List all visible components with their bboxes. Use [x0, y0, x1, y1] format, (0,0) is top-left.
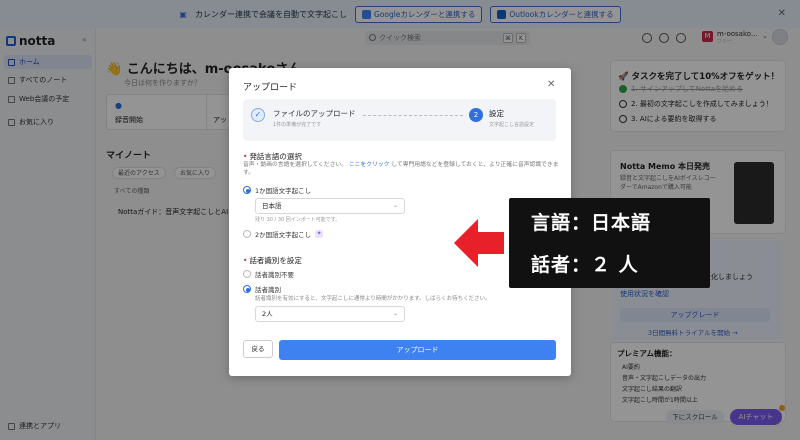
arrow-shape [454, 219, 504, 267]
radio-dual-language[interactable]: 2か国語文字起こし ✦ [243, 229, 324, 239]
radio-no-speaker[interactable]: 話者識別不要 [243, 269, 294, 279]
radio-selected[interactable] [243, 285, 251, 293]
chevron-down-icon: ⌄ [392, 310, 398, 317]
annotation-speakers: 話者：２ 人 [531, 254, 639, 276]
upload-button[interactable]: アップロード [279, 340, 556, 360]
step1-label: ファイルのアップロード [273, 109, 356, 118]
step1-sub: 1件の準備が完了です [273, 122, 322, 128]
check-icon: ✓ [251, 108, 265, 122]
upload-steps: ✓ ファイルのアップロード 1件の準備が完了です 2 設定 文字起こし言語設定 [243, 99, 556, 141]
step-divider [363, 115, 463, 116]
section-language-desc: 音声・動画の言語を選択してください。 ここをクリック して専門用語などを登録して… [243, 162, 559, 176]
premium-sparkle-icon: ✦ [315, 230, 324, 238]
close-icon[interactable]: ✕ [547, 79, 555, 90]
step2-label: 設定 [489, 109, 504, 118]
radio-unselected[interactable] [243, 230, 251, 238]
speaker-count-select[interactable]: 2人 ⌄ [255, 306, 405, 322]
section-speaker-title: 話者識別を設定 [243, 255, 302, 266]
radio-unselected[interactable] [243, 270, 251, 278]
radio-speaker[interactable]: 話者識別 [243, 284, 281, 294]
chevron-down-icon: ⌄ [392, 202, 398, 209]
annotation-language: 言語：日本語 [531, 212, 652, 234]
click-here-link[interactable]: ここをクリック [349, 162, 390, 168]
radio-single-language[interactable]: 1か国語文字起こし [243, 185, 311, 195]
import-remaining: 残り 30 / 30 回インポート可能です。 [255, 217, 341, 223]
modal-title: アップロード [243, 83, 298, 93]
step2-number: 2 [469, 108, 483, 122]
radio-selected[interactable] [243, 186, 251, 194]
red-arrow-icon [454, 219, 504, 267]
step2-sub: 文字起こし言語設定 [489, 122, 535, 128]
speaker-desc: 話者識別を有効にすると、文字起こしに通常より時間がかかります。しばらくお待ちくだ… [255, 296, 491, 302]
language-select[interactable]: 日本語 ⌄ [255, 198, 405, 214]
annotation-box: 言語：日本語 話者：２ 人 [509, 198, 710, 288]
back-button[interactable]: 戻る [243, 340, 273, 358]
